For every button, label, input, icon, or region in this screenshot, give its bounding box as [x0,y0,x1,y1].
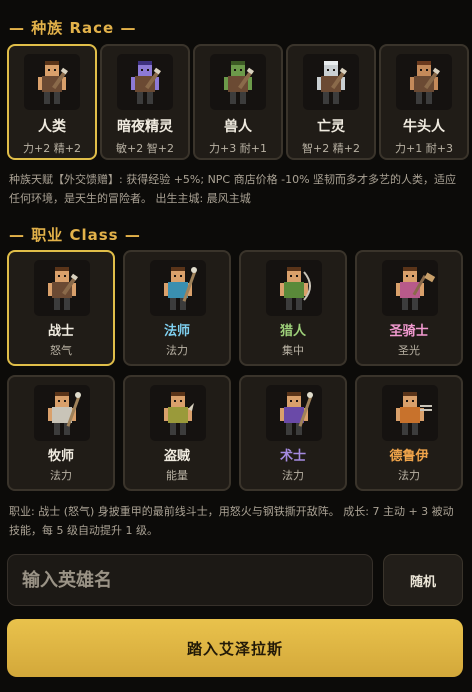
race-description: 种族天赋【外交馈赠】: 获得经验 +5%; NPC 商店价格 -10% 坚韧而多… [9,173,457,205]
class-card[interactable]: 猎人 集中 [239,250,347,366]
hero-name-input[interactable] [7,554,373,606]
human-warrior-icon [24,54,80,110]
class-description: 职业: 战士 (怒气) 身披重甲的最前线斗士，用怒火与钢铁撕开敌阵。 成长: 7… [9,505,454,537]
undead-icon [303,54,359,110]
orc-icon [210,54,266,110]
class-card[interactable]: 德鲁伊 法力 [355,375,463,491]
class-resource: 圣光 [398,344,420,357]
class-name: 牧师 [47,449,74,464]
rogue-icon [150,385,206,441]
race-name: 人类 [38,119,66,135]
enter-azeroth-button[interactable]: 踏入艾泽拉斯 [7,619,463,677]
class-name: 猎人 [279,324,306,339]
class-resource: 法力 [50,469,72,482]
hunter-icon [266,260,322,316]
race-card[interactable]: 亡灵智+2 精+2 [286,44,376,160]
class-resource: 法力 [166,344,188,357]
class-resource: 法力 [282,469,304,482]
race-section-title: — 种族 Race — [9,19,137,37]
random-name-button[interactable]: 随机 [383,554,463,606]
night-elf-icon [117,54,173,110]
race-name: 兽人 [224,119,252,135]
warrior-icon [34,260,90,316]
race-bonus: 力+2 精+2 [23,142,81,155]
class-name: 盗贼 [163,449,190,464]
race-bonus: 力+1 耐+3 [395,142,453,155]
race-bonus: 力+3 耐+1 [209,142,267,155]
race-card[interactable]: 兽人力+3 耐+1 [193,44,283,160]
tauren-icon [396,54,452,110]
class-resource: 集中 [282,344,304,357]
class-card[interactable]: 盗贼 能量 [123,375,231,491]
druid-icon [382,385,438,441]
class-card[interactable]: 牧师 法力 [7,375,115,491]
race-bonus: 智+2 精+2 [302,142,360,155]
race-name: 牛头人 [403,119,445,135]
mage-icon [150,260,206,316]
class-card[interactable]: 战士 怒气 [7,250,115,366]
class-resource: 法力 [398,469,420,482]
class-name: 战士 [47,324,74,339]
class-name: 术士 [279,449,306,464]
class-resource: 能量 [166,469,188,482]
race-card[interactable]: 暗夜精灵敏+2 智+2 [100,44,190,160]
race-name: 暗夜精灵 [117,119,173,135]
race-card[interactable]: 牛头人力+1 耐+3 [379,44,469,160]
race-bonus: 敏+2 智+2 [116,142,174,155]
warlock-icon [266,385,322,441]
paladin-icon [382,260,438,316]
class-name: 法师 [163,324,190,339]
class-name: 圣骑士 [389,324,429,339]
class-resource: 怒气 [50,344,72,357]
class-section-title: — 职业 Class — [9,226,141,244]
race-card[interactable]: 人类力+2 精+2 [7,44,97,160]
class-card[interactable]: 圣骑士 圣光 [355,250,463,366]
class-card[interactable]: 法师 法力 [123,250,231,366]
class-card[interactable]: 术士 法力 [239,375,347,491]
class-name: 德鲁伊 [389,449,429,464]
priest-icon [34,385,90,441]
race-name: 亡灵 [317,119,345,135]
